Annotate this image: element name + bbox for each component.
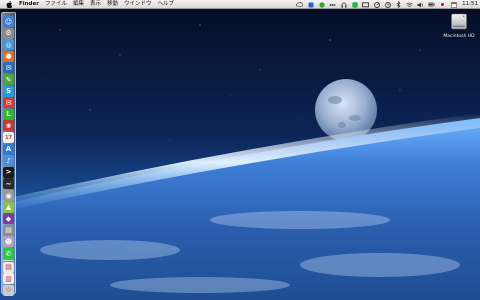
evernote-icon[interactable] [318, 1, 325, 8]
menu-file[interactable]: ファイル [45, 0, 67, 9]
menu-view[interactable]: 表示 [90, 0, 101, 9]
finder-icon[interactable]: ☺ [3, 16, 14, 27]
drive-label: Macintosh HD [443, 34, 475, 39]
dock: ☺ ⚙ ◎ ● ✉ ✎ S ✉ L ❀ 17 A ♪ > ~ ◉ ▲ ◆ ▤ ☻ ✆ ▤ ▥ ♲ [1, 12, 16, 296]
line-icon[interactable] [351, 1, 358, 8]
wifi-icon[interactable] [406, 2, 413, 8]
automator-icon[interactable]: ☻ [3, 236, 14, 248]
timemachine-icon[interactable] [384, 1, 391, 8]
disk-utility-icon[interactable]: ◉ [3, 190, 14, 201]
dock-separator [3, 259, 14, 261]
safari-icon[interactable]: ◎ [3, 39, 14, 51]
battery-icon[interactable] [428, 2, 435, 8]
parallels-icon[interactable]: ▤ [3, 224, 14, 236]
app-status-icon[interactable] [307, 2, 314, 8]
menu-window[interactable]: ウインドウ [124, 0, 152, 9]
mail-icon[interactable]: ✉ [3, 97, 14, 109]
status-area: 11:51 [292, 0, 478, 9]
menu-help[interactable]: ヘルプ [158, 0, 175, 9]
calendar-icon[interactable] [450, 1, 457, 8]
thunderbird-icon[interactable]: ✉ [3, 62, 14, 74]
calendar-icon[interactable]: 17 [3, 132, 14, 143]
line-app-icon[interactable]: L [3, 108, 14, 120]
dashboard-icon[interactable] [373, 1, 380, 8]
app-menu-finder[interactable]: Finder [19, 0, 39, 9]
screen-icon[interactable] [362, 1, 370, 8]
cloud-icon[interactable] [296, 2, 304, 8]
itunes-icon[interactable]: ♪ [3, 155, 14, 167]
bluetooth-icon[interactable] [395, 1, 402, 8]
menu-bar: Finder ファイル 編集 表示 移動 ウインドウ ヘルプ 11:51 [0, 0, 480, 9]
android-icon[interactable]: ▲ [3, 201, 14, 213]
trash-icon[interactable]: ♲ [3, 284, 14, 296]
desktop-wallpaper [0, 0, 480, 300]
activity-monitor-icon[interactable]: ~ [3, 178, 14, 190]
menu-edit[interactable]: 編集 [73, 0, 84, 9]
flag-icon[interactable] [439, 2, 447, 8]
menu-clock[interactable]: 11:51 [462, 0, 478, 9]
apple-menu-icon[interactable] [5, 0, 12, 8]
app-store-icon[interactable]: A [3, 143, 14, 155]
documents-stack-icon[interactable]: ▥ [3, 273, 14, 285]
photos-icon[interactable]: ❀ [3, 120, 14, 132]
hard-drive-icon [451, 13, 467, 30]
terminal-icon[interactable]: > [3, 166, 14, 178]
firefox-icon[interactable]: ● [3, 50, 14, 62]
evernote-icon[interactable]: ✎ [3, 74, 14, 85]
headphones-icon[interactable] [340, 2, 347, 8]
menu-go[interactable]: 移動 [107, 0, 118, 9]
dots-icon[interactable] [329, 2, 336, 8]
line-messenger-icon[interactable]: ✆ [3, 248, 14, 259]
macintosh-hd-desktop-item[interactable]: Macintosh HD [440, 12, 478, 42]
downloads-stack-icon[interactable]: ▤ [3, 261, 14, 273]
volume-icon[interactable] [417, 2, 424, 8]
game-icon[interactable]: ◆ [3, 213, 14, 225]
system-preferences-icon[interactable]: ⚙ [3, 27, 14, 39]
skype-icon[interactable]: S [3, 85, 14, 97]
